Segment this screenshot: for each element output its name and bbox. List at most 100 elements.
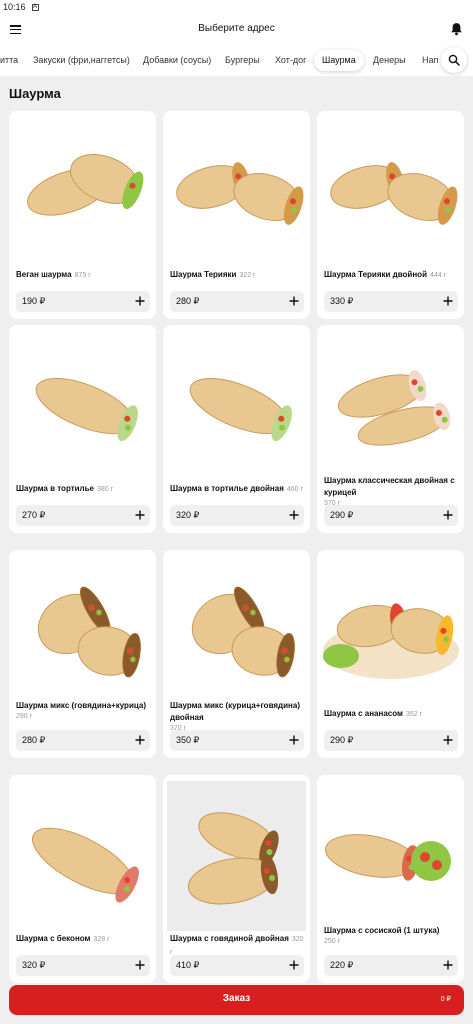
product-name-text: Шаурма с ананасом xyxy=(324,709,403,718)
add-to-cart-button[interactable]: 270 ₽ xyxy=(16,505,150,526)
section-title: Шаурма xyxy=(9,86,61,101)
add-to-cart-button[interactable]: 280 ₽ xyxy=(170,291,304,312)
product-name: Шаурма микс (курица+говядина) двойная 370… xyxy=(170,700,304,734)
product-weight: 444 г xyxy=(429,272,447,279)
tab-snacks[interactable]: Закуски (фри,наггетсы) xyxy=(25,50,138,71)
product-card[interactable]: Шаурма классическая двойная с курицей 370… xyxy=(317,325,464,533)
tab-sauces[interactable]: Добавки (соусы) xyxy=(135,50,219,71)
product-card[interactable]: Веган шаурма 875 г 190 ₽ xyxy=(9,111,156,319)
plus-icon xyxy=(135,735,145,745)
product-weight: 352 г xyxy=(405,711,423,718)
product-price: 350 ₽ xyxy=(176,735,200,745)
search-button[interactable] xyxy=(441,47,467,73)
product-name-text: Шаурма с говядиной двойная xyxy=(170,934,289,943)
plus-icon xyxy=(135,296,145,306)
product-weight: 460 г xyxy=(286,486,304,493)
product-weight: 380 г xyxy=(97,486,114,493)
product-name: Шаурма в тортилье двойная 460 г xyxy=(170,483,304,496)
product-image[interactable] xyxy=(13,781,152,931)
product-image[interactable] xyxy=(167,117,306,267)
add-to-cart-button[interactable]: 320 ₽ xyxy=(16,955,150,976)
status-notification-icon: A xyxy=(31,3,39,11)
add-to-cart-button[interactable]: 330 ₽ xyxy=(324,291,458,312)
product-name-text: Шаурма классическая двойная с курицей xyxy=(324,476,455,497)
product-price: 280 ₽ xyxy=(176,296,200,306)
add-to-cart-button[interactable]: 280 ₽ xyxy=(16,730,150,751)
product-card[interactable]: Шаурма микс (говядина+курица) 290 г 280 ₽ xyxy=(9,550,156,758)
product-name: Шаурма с ананасом 352 г xyxy=(324,708,458,721)
product-image[interactable] xyxy=(167,556,306,706)
product-name-text: Шаурма Терияки двойной xyxy=(324,270,427,279)
order-total: 0 ₽ xyxy=(440,996,451,1003)
product-image[interactable] xyxy=(13,331,152,481)
product-weight: 322 г xyxy=(239,272,256,279)
product-price: 320 ₽ xyxy=(176,510,200,520)
product-name-text: Шаурма с сосиской (1 штука) xyxy=(324,926,440,935)
address-selector[interactable]: Выберите адрес xyxy=(0,23,473,34)
product-name-text: Шаурма микс (говядина+курица) xyxy=(16,701,146,710)
product-card[interactable]: Шаурма с говядиной двойная 320 г 410 ₽ xyxy=(163,775,310,983)
add-to-cart-button[interactable]: 350 ₽ xyxy=(170,730,304,751)
product-name: Шаурма в тортилье 380 г xyxy=(16,483,150,496)
add-to-cart-button[interactable]: 220 ₽ xyxy=(324,955,458,976)
product-price: 320 ₽ xyxy=(22,960,46,970)
product-name: Шаурма с беконом 328 г xyxy=(16,933,150,946)
tab-pizza[interactable]: итта xyxy=(0,50,26,71)
product-card[interactable]: Шаурма Терияки двойной 444 г 330 ₽ xyxy=(317,111,464,319)
product-price: 280 ₽ xyxy=(22,735,46,745)
product-card[interactable]: Шаурма с беконом 328 г 320 ₽ xyxy=(9,775,156,983)
plus-icon xyxy=(289,510,299,520)
product-image[interactable] xyxy=(167,781,306,931)
product-card[interactable]: Шаурма в тортилье двойная 460 г 320 ₽ xyxy=(163,325,310,533)
product-card[interactable]: Шаурма микс (курица+говядина) двойная 370… xyxy=(163,550,310,758)
product-card[interactable]: Шаурма с сосиской (1 штука) 250 г 220 ₽ xyxy=(317,775,464,983)
product-weight: 875 г xyxy=(74,272,91,279)
bell-icon[interactable] xyxy=(450,22,463,36)
product-price: 290 ₽ xyxy=(330,510,354,520)
product-name-text: Шаурма в тортилье двойная xyxy=(170,484,284,493)
product-name: Шаурма классическая двойная с курицей 370… xyxy=(324,475,458,509)
product-image[interactable] xyxy=(13,556,152,706)
status-time: 10:16 xyxy=(3,2,26,12)
product-image[interactable] xyxy=(321,331,460,481)
product-name: Шаурма Терияки двойной 444 г xyxy=(324,269,458,282)
product-weight: 250 г xyxy=(324,938,341,945)
product-name: Веган шаурма 875 г xyxy=(16,269,150,282)
product-image[interactable] xyxy=(167,331,306,481)
product-card[interactable]: Шаурма в тортилье 380 г 270 ₽ xyxy=(9,325,156,533)
product-image[interactable] xyxy=(321,556,460,706)
add-to-cart-button[interactable]: 410 ₽ xyxy=(170,955,304,976)
plus-icon xyxy=(443,960,453,970)
product-price: 220 ₽ xyxy=(330,960,354,970)
tab-burgers[interactable]: Бургеры xyxy=(217,50,268,71)
plus-icon xyxy=(289,960,299,970)
product-card[interactable]: Шаурма с ананасом 352 г 290 ₽ xyxy=(317,550,464,758)
top-bar: Выберите адрес xyxy=(0,14,473,44)
product-name: Шаурма Терияки 322 г xyxy=(170,269,304,282)
product-price: 270 ₽ xyxy=(22,510,46,520)
product-name-text: Шаурма микс (курица+говядина) двойная xyxy=(170,701,300,722)
tab-shawarma[interactable]: Шаурма xyxy=(314,50,364,71)
product-weight: 328 г xyxy=(93,936,110,943)
product-image[interactable] xyxy=(13,117,152,267)
add-to-cart-button[interactable]: 190 ₽ xyxy=(16,291,150,312)
add-to-cart-button[interactable]: 320 ₽ xyxy=(170,505,304,526)
order-button[interactable]: Заказ 0 ₽ xyxy=(9,985,464,1015)
status-bar: 10:16 A xyxy=(0,0,473,14)
plus-icon xyxy=(443,296,453,306)
add-to-cart-button[interactable]: 290 ₽ xyxy=(324,505,458,526)
product-image[interactable] xyxy=(321,117,460,267)
product-price: 410 ₽ xyxy=(176,960,200,970)
category-tabs: итта Закуски (фри,наггетсы) Добавки (соу… xyxy=(0,44,473,76)
plus-icon xyxy=(289,735,299,745)
product-price: 190 ₽ xyxy=(22,296,46,306)
product-image[interactable] xyxy=(321,781,460,931)
tab-hotdog[interactable]: Хот-дог xyxy=(267,50,314,71)
product-name-text: Шаурма с беконом xyxy=(16,934,91,943)
add-to-cart-button[interactable]: 290 ₽ xyxy=(324,730,458,751)
plus-icon xyxy=(135,510,145,520)
product-card[interactable]: Шаурма Терияки 322 г 280 ₽ xyxy=(163,111,310,319)
plus-icon xyxy=(443,735,453,745)
tab-doners[interactable]: Денеры xyxy=(365,50,414,71)
product-name: Шаурма микс (говядина+курица) 290 г xyxy=(16,700,150,722)
